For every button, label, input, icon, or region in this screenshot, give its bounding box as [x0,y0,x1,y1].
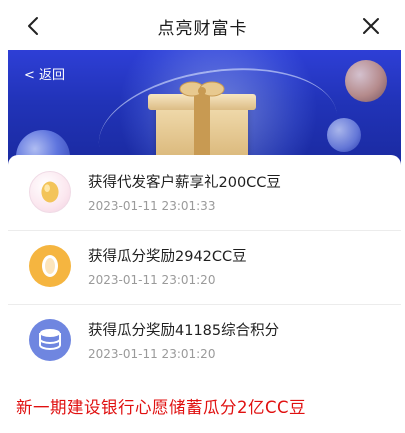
promo-caption: 新一期建设银行心愿储蓄瓜分2亿CC豆 [16,398,307,417]
records-card: 获得代发客户薪享礼200CC豆 2023-01-11 23:01:33 获得瓜分… [8,155,401,433]
gift-ribbon [194,94,210,162]
decor-orb-top-right [345,60,387,102]
record-title: 获得瓜分奖励41185综合积分 [88,323,280,339]
gift-bow-icon [179,81,225,97]
points-stack-icon [29,319,71,361]
promo-banner: < 返回 [8,50,401,165]
record-time: 2023-01-11 23:01:20 [88,347,216,361]
record-title: 获得代发客户薪享礼200CC豆 [88,175,281,191]
close-icon[interactable] [357,12,385,40]
record-title: 获得瓜分奖励2942CC豆 [88,249,247,265]
record-time: 2023-01-11 23:01:20 [88,273,216,287]
record-item-2[interactable]: 获得瓜分奖励2942CC豆 2023-01-11 23:01:20 [8,231,401,305]
bean-coin-icon [29,245,71,287]
record-item-3[interactable]: 获得瓜分奖励41185综合积分 2023-01-11 23:01:20 [8,305,401,379]
record-time: 2023-01-11 23:01:33 [88,199,216,213]
page-title: 点亮财富卡 [157,19,248,39]
decor-orb-right [327,118,361,152]
bean-badge-icon [29,171,71,213]
back-link[interactable]: < 返回 [24,64,65,83]
top-nav-bar: 点亮财富卡 [0,0,405,50]
record-item-1[interactable]: 获得代发客户薪享礼200CC豆 2023-01-11 23:01:33 [8,157,401,231]
